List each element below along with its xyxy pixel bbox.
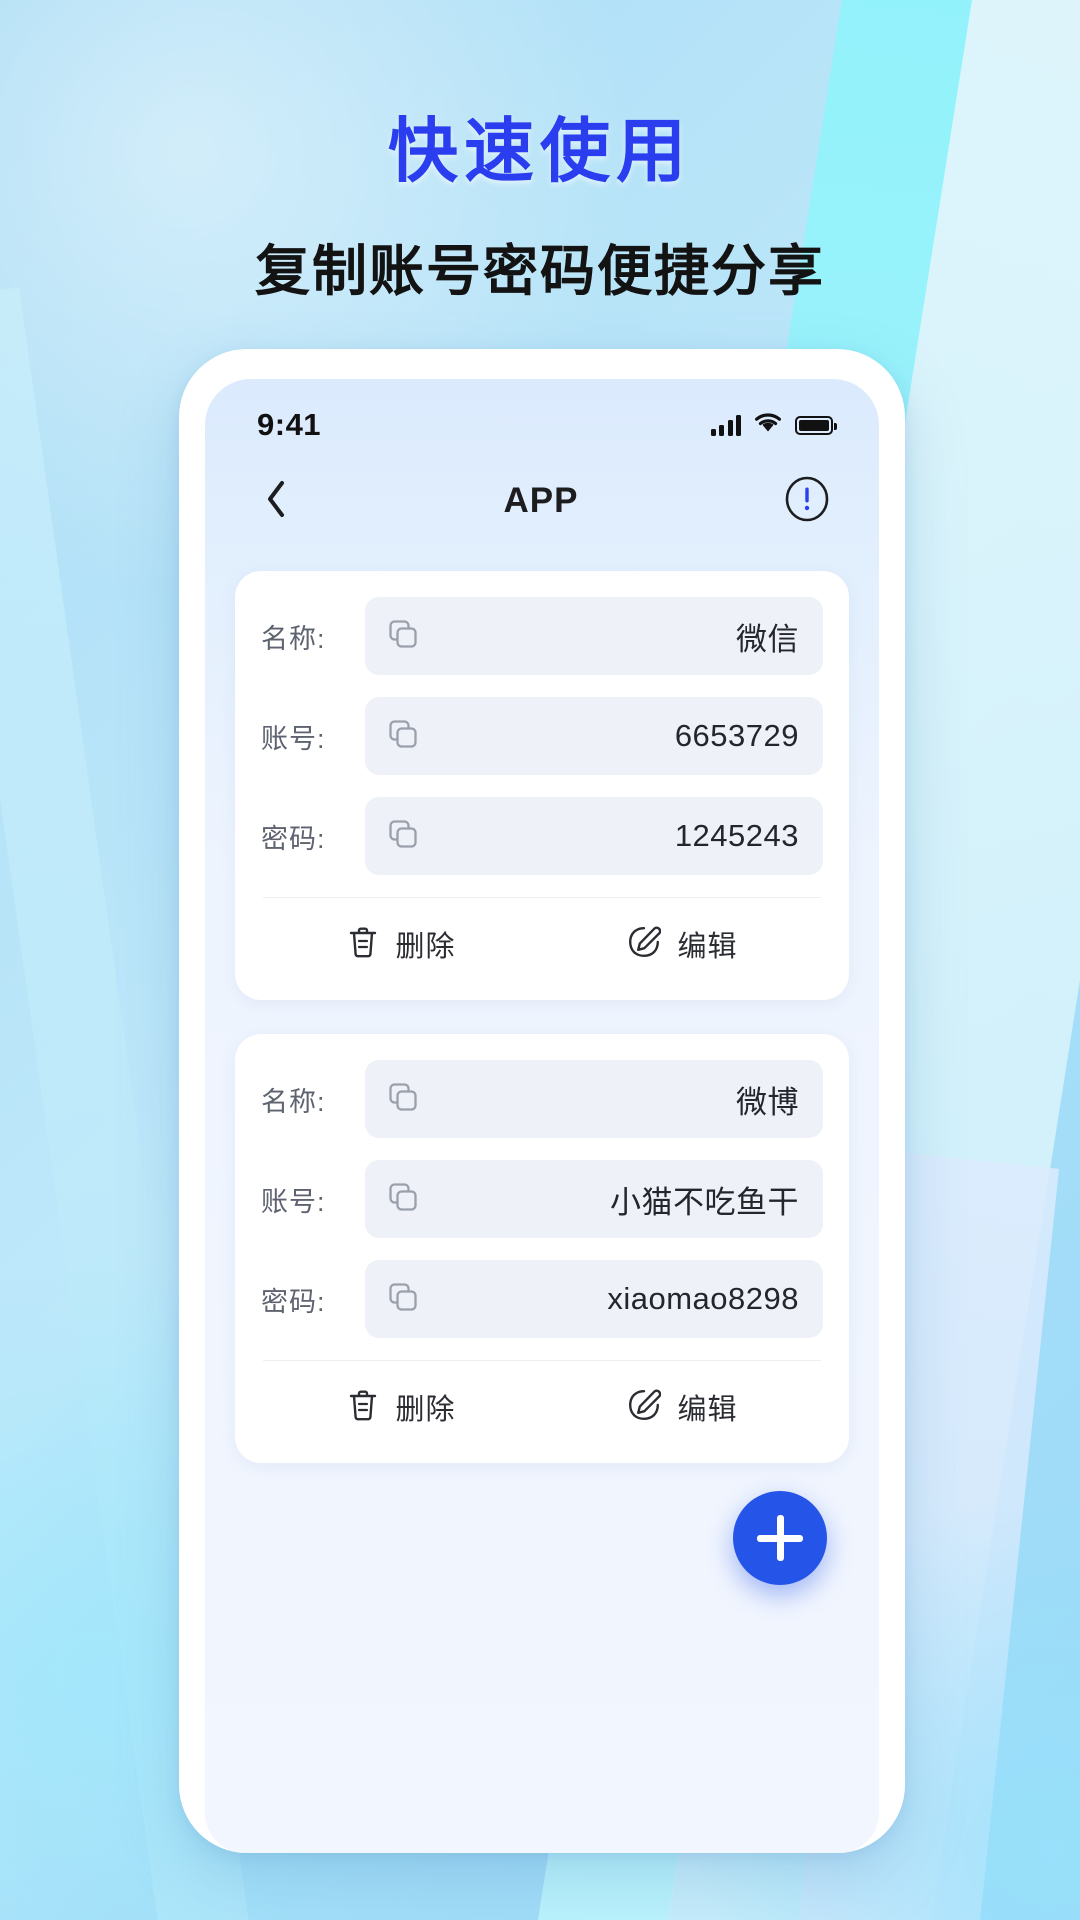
page-title: 快速使用 [388, 112, 692, 190]
status-bar-icons [710, 412, 837, 438]
field-label: 密码: [261, 1286, 326, 1317]
field-row: 账号: 小猫不吃鱼干 [261, 1160, 823, 1238]
copy-icon[interactable] [387, 718, 419, 755]
exclamation-circle-icon [784, 476, 830, 527]
edit-button[interactable]: 编辑 [542, 923, 823, 965]
edit-pencil-icon [627, 1388, 662, 1427]
status-bar: 9:41 [205, 379, 879, 453]
delete-button[interactable]: 删除 [261, 1386, 542, 1428]
back-button[interactable] [253, 478, 299, 524]
battery-full-icon [795, 415, 837, 435]
card-actions: 删除 编辑 [261, 898, 823, 990]
action-label: 删除 [395, 1394, 456, 1426]
field-label: 账号: [261, 1186, 326, 1217]
edit-button[interactable]: 编辑 [542, 1386, 823, 1428]
copy-icon[interactable] [387, 1281, 419, 1318]
field-value: 微信 [736, 621, 799, 657]
field-row: 密码: xiaomao8298 [261, 1260, 823, 1338]
copy-icon[interactable] [387, 618, 419, 655]
cards-container: 名称: 微信 账号: 6653729 密码: 1245243 删除 编辑 名称:… [205, 549, 879, 1463]
plus-icon [757, 1515, 803, 1561]
field-row: 密码: 1245243 [261, 797, 823, 875]
trash-icon [347, 925, 379, 964]
field-label: 名称: [261, 1086, 326, 1117]
page-subtitle: 复制账号密码便捷分享 [254, 240, 825, 302]
account-field[interactable]: 6653729 [365, 697, 823, 775]
field-row: 名称: 微信 [261, 597, 823, 675]
action-label: 编辑 [677, 931, 738, 963]
action-label: 编辑 [677, 1394, 738, 1426]
delete-button[interactable]: 删除 [261, 923, 542, 965]
edit-pencil-icon [627, 925, 662, 964]
field-value: 1245243 [674, 818, 799, 853]
phone-screen: 9:41 APP 名称: 微信 账号: 6653729 密码: 1245243 … [205, 379, 879, 1853]
navigation-bar: APP [205, 453, 879, 549]
headings-block: 快速使用 复制账号密码便捷分享 [0, 95, 1080, 306]
wifi-icon [754, 412, 782, 438]
copy-icon[interactable] [387, 1181, 419, 1218]
password-field[interactable]: xiaomao8298 [365, 1260, 823, 1338]
field-row: 名称: 微博 [261, 1060, 823, 1138]
field-value: 6653729 [674, 718, 799, 753]
field-label: 密码: [261, 823, 326, 854]
chevron-left-icon [264, 479, 288, 524]
copy-icon[interactable] [387, 818, 419, 855]
field-label: 名称: [261, 623, 326, 654]
copy-icon[interactable] [387, 1081, 419, 1118]
status-bar-time: 9:41 [257, 407, 322, 442]
password-field[interactable]: 1245243 [365, 797, 823, 875]
account-card: 名称: 微信 账号: 6653729 密码: 1245243 删除 编辑 [235, 571, 849, 1000]
nav-title: APP [503, 481, 579, 520]
account-card: 名称: 微博 账号: 小猫不吃鱼干 密码: xiaomao8298 删除 编辑 [235, 1034, 849, 1463]
add-account-fab[interactable] [733, 1491, 827, 1585]
field-label: 账号: [261, 723, 326, 754]
account-field[interactable]: 小猫不吃鱼干 [365, 1160, 823, 1238]
signal-bars-icon [710, 414, 741, 436]
field-value: xiaomao8298 [607, 1281, 799, 1316]
field-row: 账号: 6653729 [261, 697, 823, 775]
field-value: 微博 [736, 1084, 799, 1120]
info-button[interactable] [783, 476, 831, 527]
name-field[interactable]: 微信 [365, 597, 823, 675]
trash-icon [347, 1388, 379, 1427]
field-value: 小猫不吃鱼干 [610, 1184, 799, 1220]
name-field[interactable]: 微博 [365, 1060, 823, 1138]
card-actions: 删除 编辑 [261, 1361, 823, 1453]
action-label: 删除 [395, 931, 456, 963]
phone-mockup: 9:41 APP 名称: 微信 账号: 6653729 密码: 1245243 … [179, 349, 905, 1853]
